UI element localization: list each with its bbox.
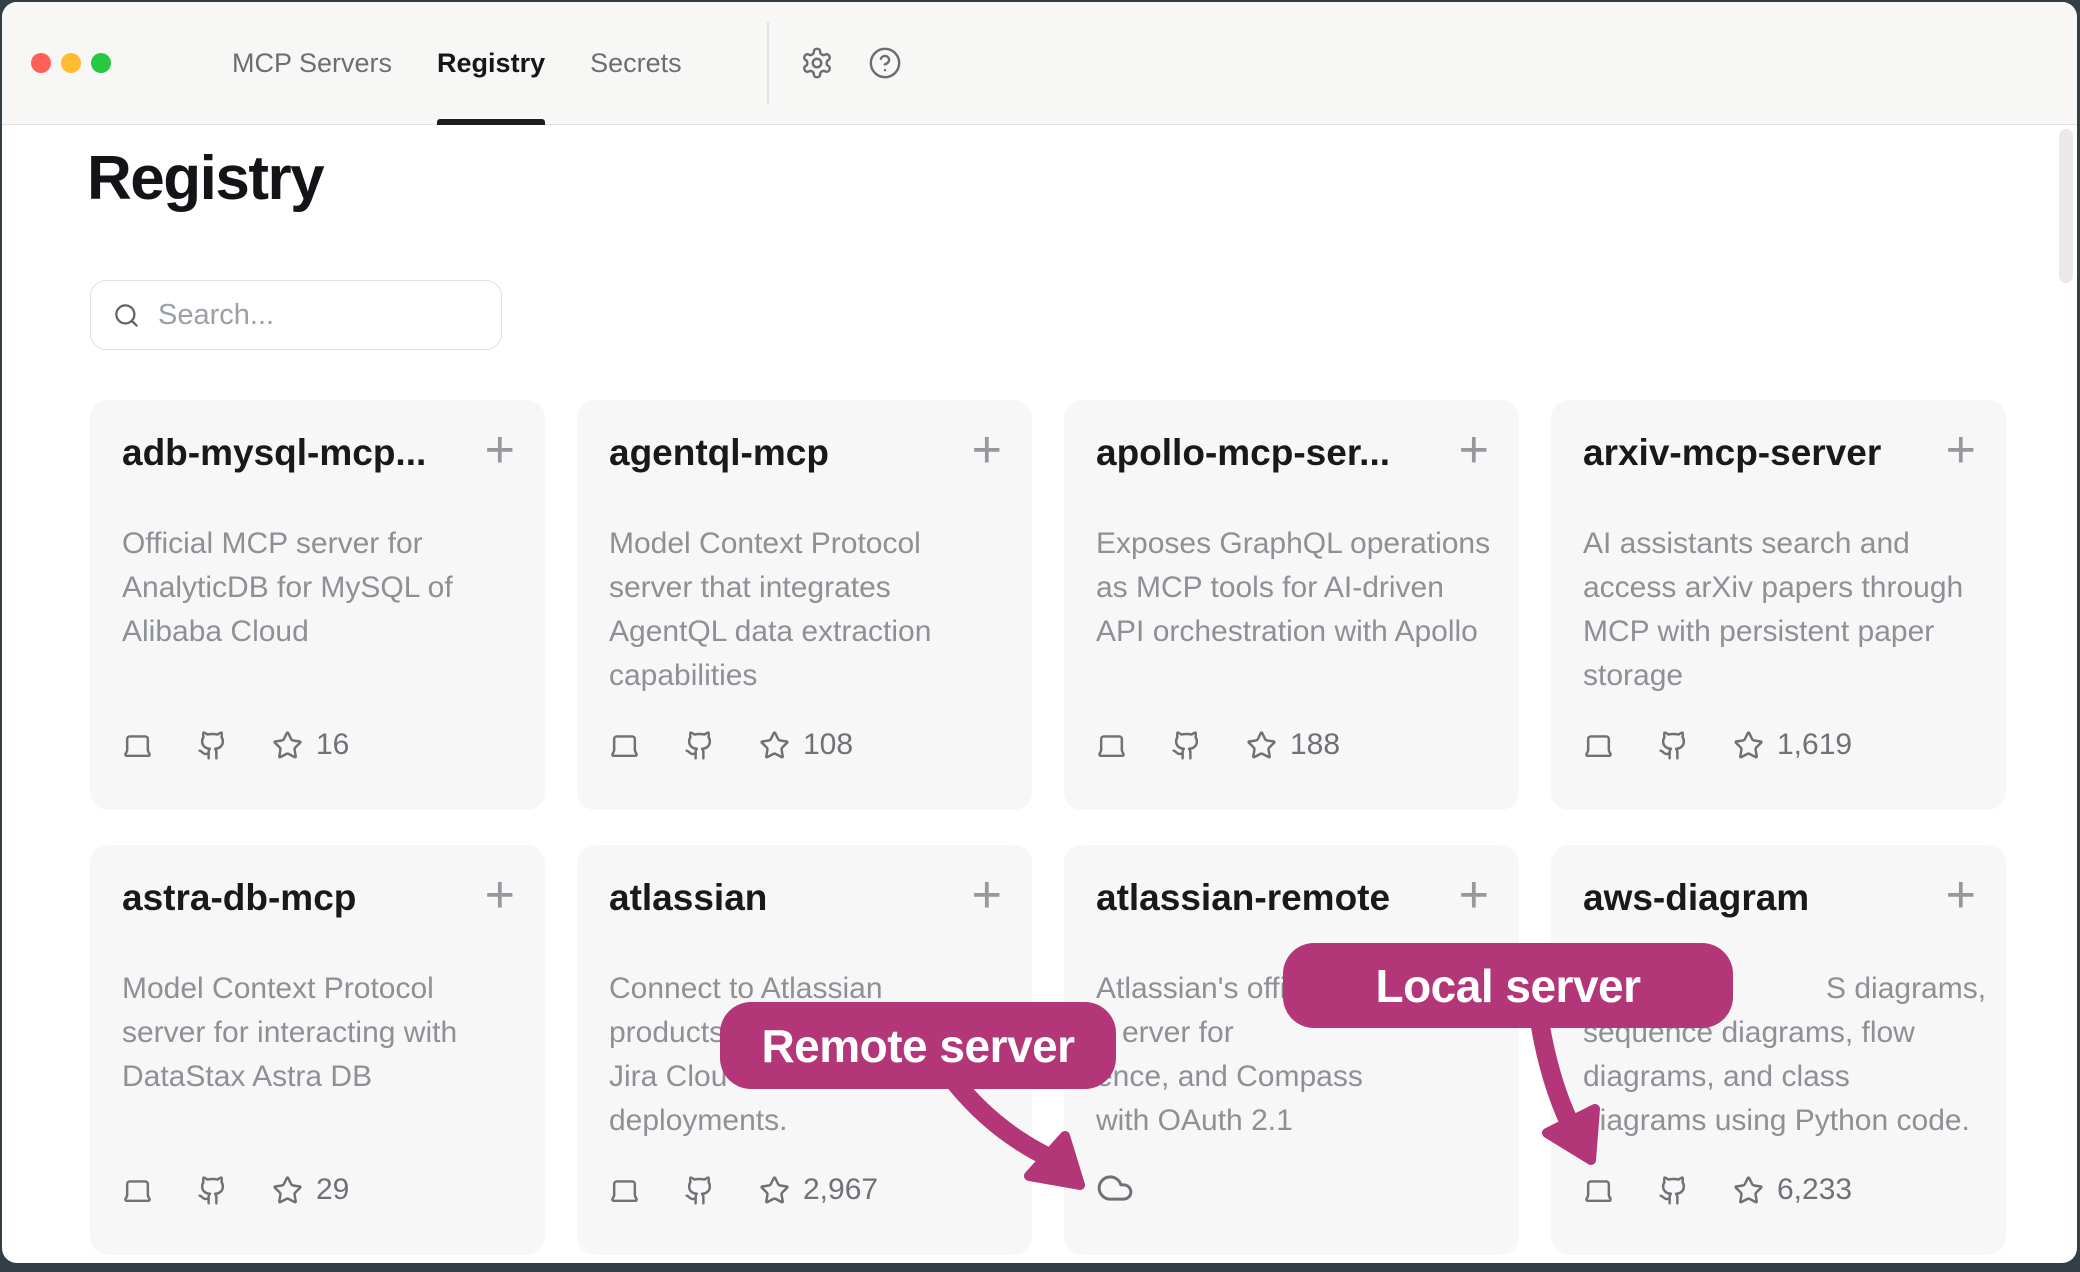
add-server-button[interactable]: + [485,869,515,921]
card-footer: 108 [609,728,853,762]
star-count: 6,233 [1777,1173,1852,1207]
star-icon [759,730,790,761]
star-count: 1,619 [1777,728,1852,762]
server-card-astra-db-mcp[interactable]: astra-db-mcp + Model Context Protocol se… [90,845,545,1255]
card-footer: 29 [122,1173,349,1207]
server-description: Official MCP server for AnalyticDB for M… [122,522,519,654]
server-card-apollo-mcp-server[interactable]: apollo-mcp-ser... + Exposes GraphQL oper… [1064,400,1519,810]
laptop-icon [122,1175,153,1206]
card-footer: 2,967 [609,1173,878,1207]
server-description: AI assistants search and access arXiv pa… [1583,522,1980,698]
server-name: atlassian [609,877,952,919]
title-bar: MCP Servers Registry Secrets [2,2,2077,125]
laptop-icon [1583,730,1614,761]
add-server-button[interactable]: + [485,424,515,476]
server-card-arxiv-mcp-server[interactable]: arxiv-mcp-server + AI assistants search … [1551,400,2006,810]
star-icon [1246,730,1277,761]
card-footer [1096,1169,1134,1207]
tab-registry[interactable]: Registry [437,2,545,125]
minimize-window-button[interactable] [61,53,81,73]
registry-card-grid: adb-mysql-mcp... + Official MCP server f… [90,400,2006,1255]
add-server-button[interactable]: + [1946,869,1976,921]
remote-server-callout: Remote server [720,1002,1116,1089]
page-title: Registry [87,143,323,214]
settings-gear-icon[interactable] [800,46,834,80]
search-input[interactable] [140,299,535,332]
traffic-lights [31,53,111,73]
star-icon [1733,1175,1764,1206]
add-server-button[interactable]: + [972,424,1002,476]
github-icon [197,730,228,761]
add-server-button[interactable]: + [1459,869,1489,921]
server-card-atlassian-remote[interactable]: atlassian-remote + Atlassian's offi erve… [1064,845,1519,1255]
star-count: 188 [1290,728,1340,762]
search-box[interactable] [90,280,502,350]
card-footer: 1,619 [1583,728,1852,762]
tab-secrets[interactable]: Secrets [590,2,682,125]
server-card-aws-diagram[interactable]: aws-diagram + S diagrams, sequence diagr… [1551,845,2006,1255]
star-icon [759,1175,790,1206]
star-icon [1733,730,1764,761]
github-icon [1658,1175,1689,1206]
server-description: Exposes GraphQL operations as MCP tools … [1096,522,1493,654]
server-description: Model Context Protocol server for intera… [122,967,519,1099]
add-server-button[interactable]: + [1459,424,1489,476]
star-icon [272,730,303,761]
card-footer: 16 [122,728,349,762]
help-icon[interactable] [868,46,902,80]
local-server-callout: Local server [1283,943,1733,1028]
server-name: atlassian-remote [1096,877,1439,919]
card-footer: 6,233 [1583,1173,1852,1207]
server-name: adb-mysql-mcp... [122,432,465,474]
server-name: arxiv-mcp-server [1583,432,1926,474]
server-card-agentql-mcp[interactable]: agentql-mcp + Model Context Protocol ser… [577,400,1032,810]
server-name: agentql-mcp [609,432,952,474]
toolbar-divider [767,22,769,104]
laptop-icon [122,730,153,761]
close-window-button[interactable] [31,53,51,73]
laptop-icon [1096,730,1127,761]
github-icon [197,1175,228,1206]
laptop-icon [609,1175,640,1206]
github-icon [684,1175,715,1206]
laptop-icon [609,730,640,761]
server-name: aws-diagram [1583,877,1926,919]
star-count: 108 [803,728,853,762]
search-icon [113,302,140,329]
server-name: apollo-mcp-ser... [1096,432,1439,474]
github-icon [1658,730,1689,761]
cloud-icon [1096,1169,1134,1207]
github-icon [684,730,715,761]
main-tabs: MCP Servers Registry Secrets [232,2,682,125]
card-footer: 188 [1096,728,1340,762]
add-server-button[interactable]: + [972,869,1002,921]
server-description: Model Context Protocol server that integ… [609,522,1006,698]
add-server-button[interactable]: + [1946,424,1976,476]
server-name: astra-db-mcp [122,877,465,919]
zoom-window-button[interactable] [91,53,111,73]
star-count: 29 [316,1173,349,1207]
vertical-scrollbar[interactable] [2059,129,2073,283]
star-count: 16 [316,728,349,762]
github-icon [1171,730,1202,761]
star-icon [272,1175,303,1206]
laptop-icon [1583,1175,1614,1206]
star-count: 2,967 [803,1173,878,1207]
app-window: MCP Servers Registry Secrets Registry [2,2,2077,1263]
server-card-adb-mysql-mcp[interactable]: adb-mysql-mcp... + Official MCP server f… [90,400,545,810]
tab-mcp-servers[interactable]: MCP Servers [232,2,392,125]
